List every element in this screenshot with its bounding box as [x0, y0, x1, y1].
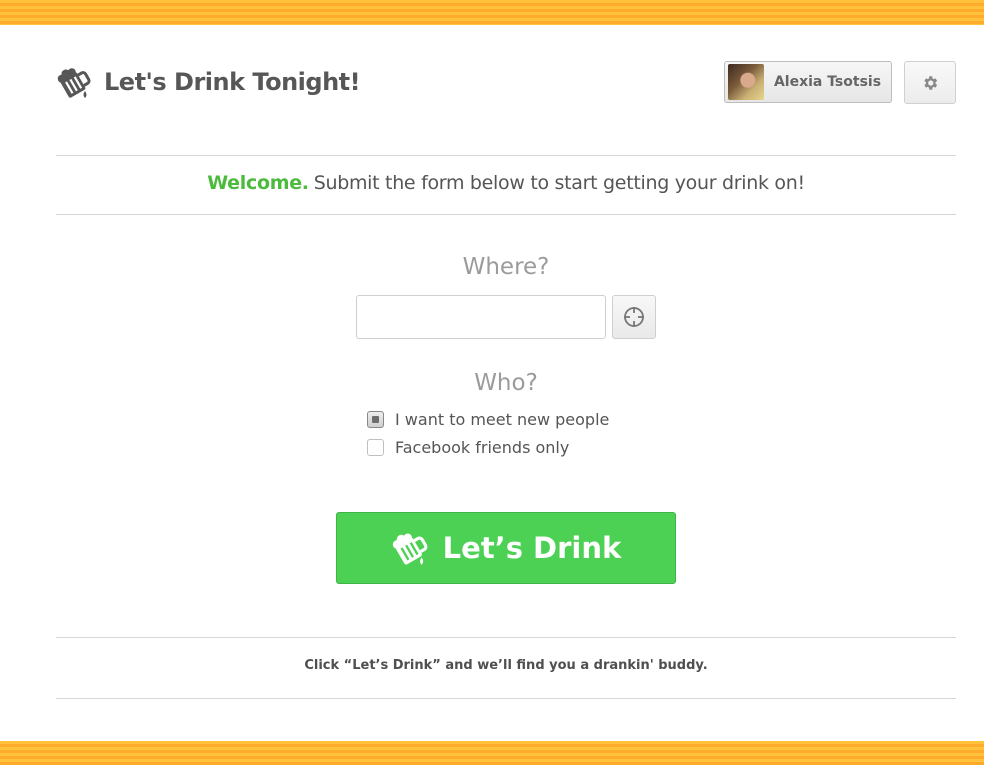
gear-icon	[924, 75, 938, 90]
user-profile-button[interactable]: Alexia Tsotsis	[724, 61, 892, 103]
where-label: Where?	[462, 254, 550, 280]
top-stripe	[0, 0, 984, 25]
bottom-stripe	[0, 741, 984, 765]
app-logo[interactable]: Let's Drink Tonight!	[56, 64, 361, 100]
divider	[56, 155, 956, 156]
app-title: Let's Drink Tonight!	[104, 68, 361, 96]
divider	[56, 214, 956, 215]
option-facebook-friends[interactable]: Facebook friends only	[367, 437, 569, 457]
where-input[interactable]	[356, 295, 606, 339]
divider	[56, 637, 956, 638]
user-name: Alexia Tsotsis	[773, 74, 882, 90]
welcome-message: Welcome. Submit the form below to start g…	[56, 172, 956, 194]
welcome-text: Submit the form below to start getting y…	[313, 172, 805, 194]
option-label: I want to meet new people	[395, 409, 610, 429]
lets-drink-button[interactable]: Let’s Drink	[336, 512, 676, 584]
beer-mug-icon	[57, 68, 91, 98]
divider	[56, 698, 956, 699]
avatar	[728, 64, 764, 100]
settings-button[interactable]	[904, 61, 956, 104]
beer-mug-icon	[392, 533, 428, 565]
option-label: Facebook friends only	[395, 437, 570, 457]
crosshair-icon	[624, 307, 644, 327]
who-label: Who?	[474, 370, 538, 396]
option-meet-new-people[interactable]: I want to meet new people	[367, 409, 609, 429]
locate-button[interactable]	[612, 295, 656, 339]
checkbox-meet-new-people[interactable]	[367, 410, 384, 428]
lets-drink-label: Let’s Drink	[442, 531, 622, 565]
welcome-highlight: Welcome.	[207, 172, 309, 194]
checkbox-facebook-friends[interactable]	[367, 438, 384, 456]
footer-note: Click “Let’s Drink” and we’ll find you a…	[304, 658, 708, 673]
